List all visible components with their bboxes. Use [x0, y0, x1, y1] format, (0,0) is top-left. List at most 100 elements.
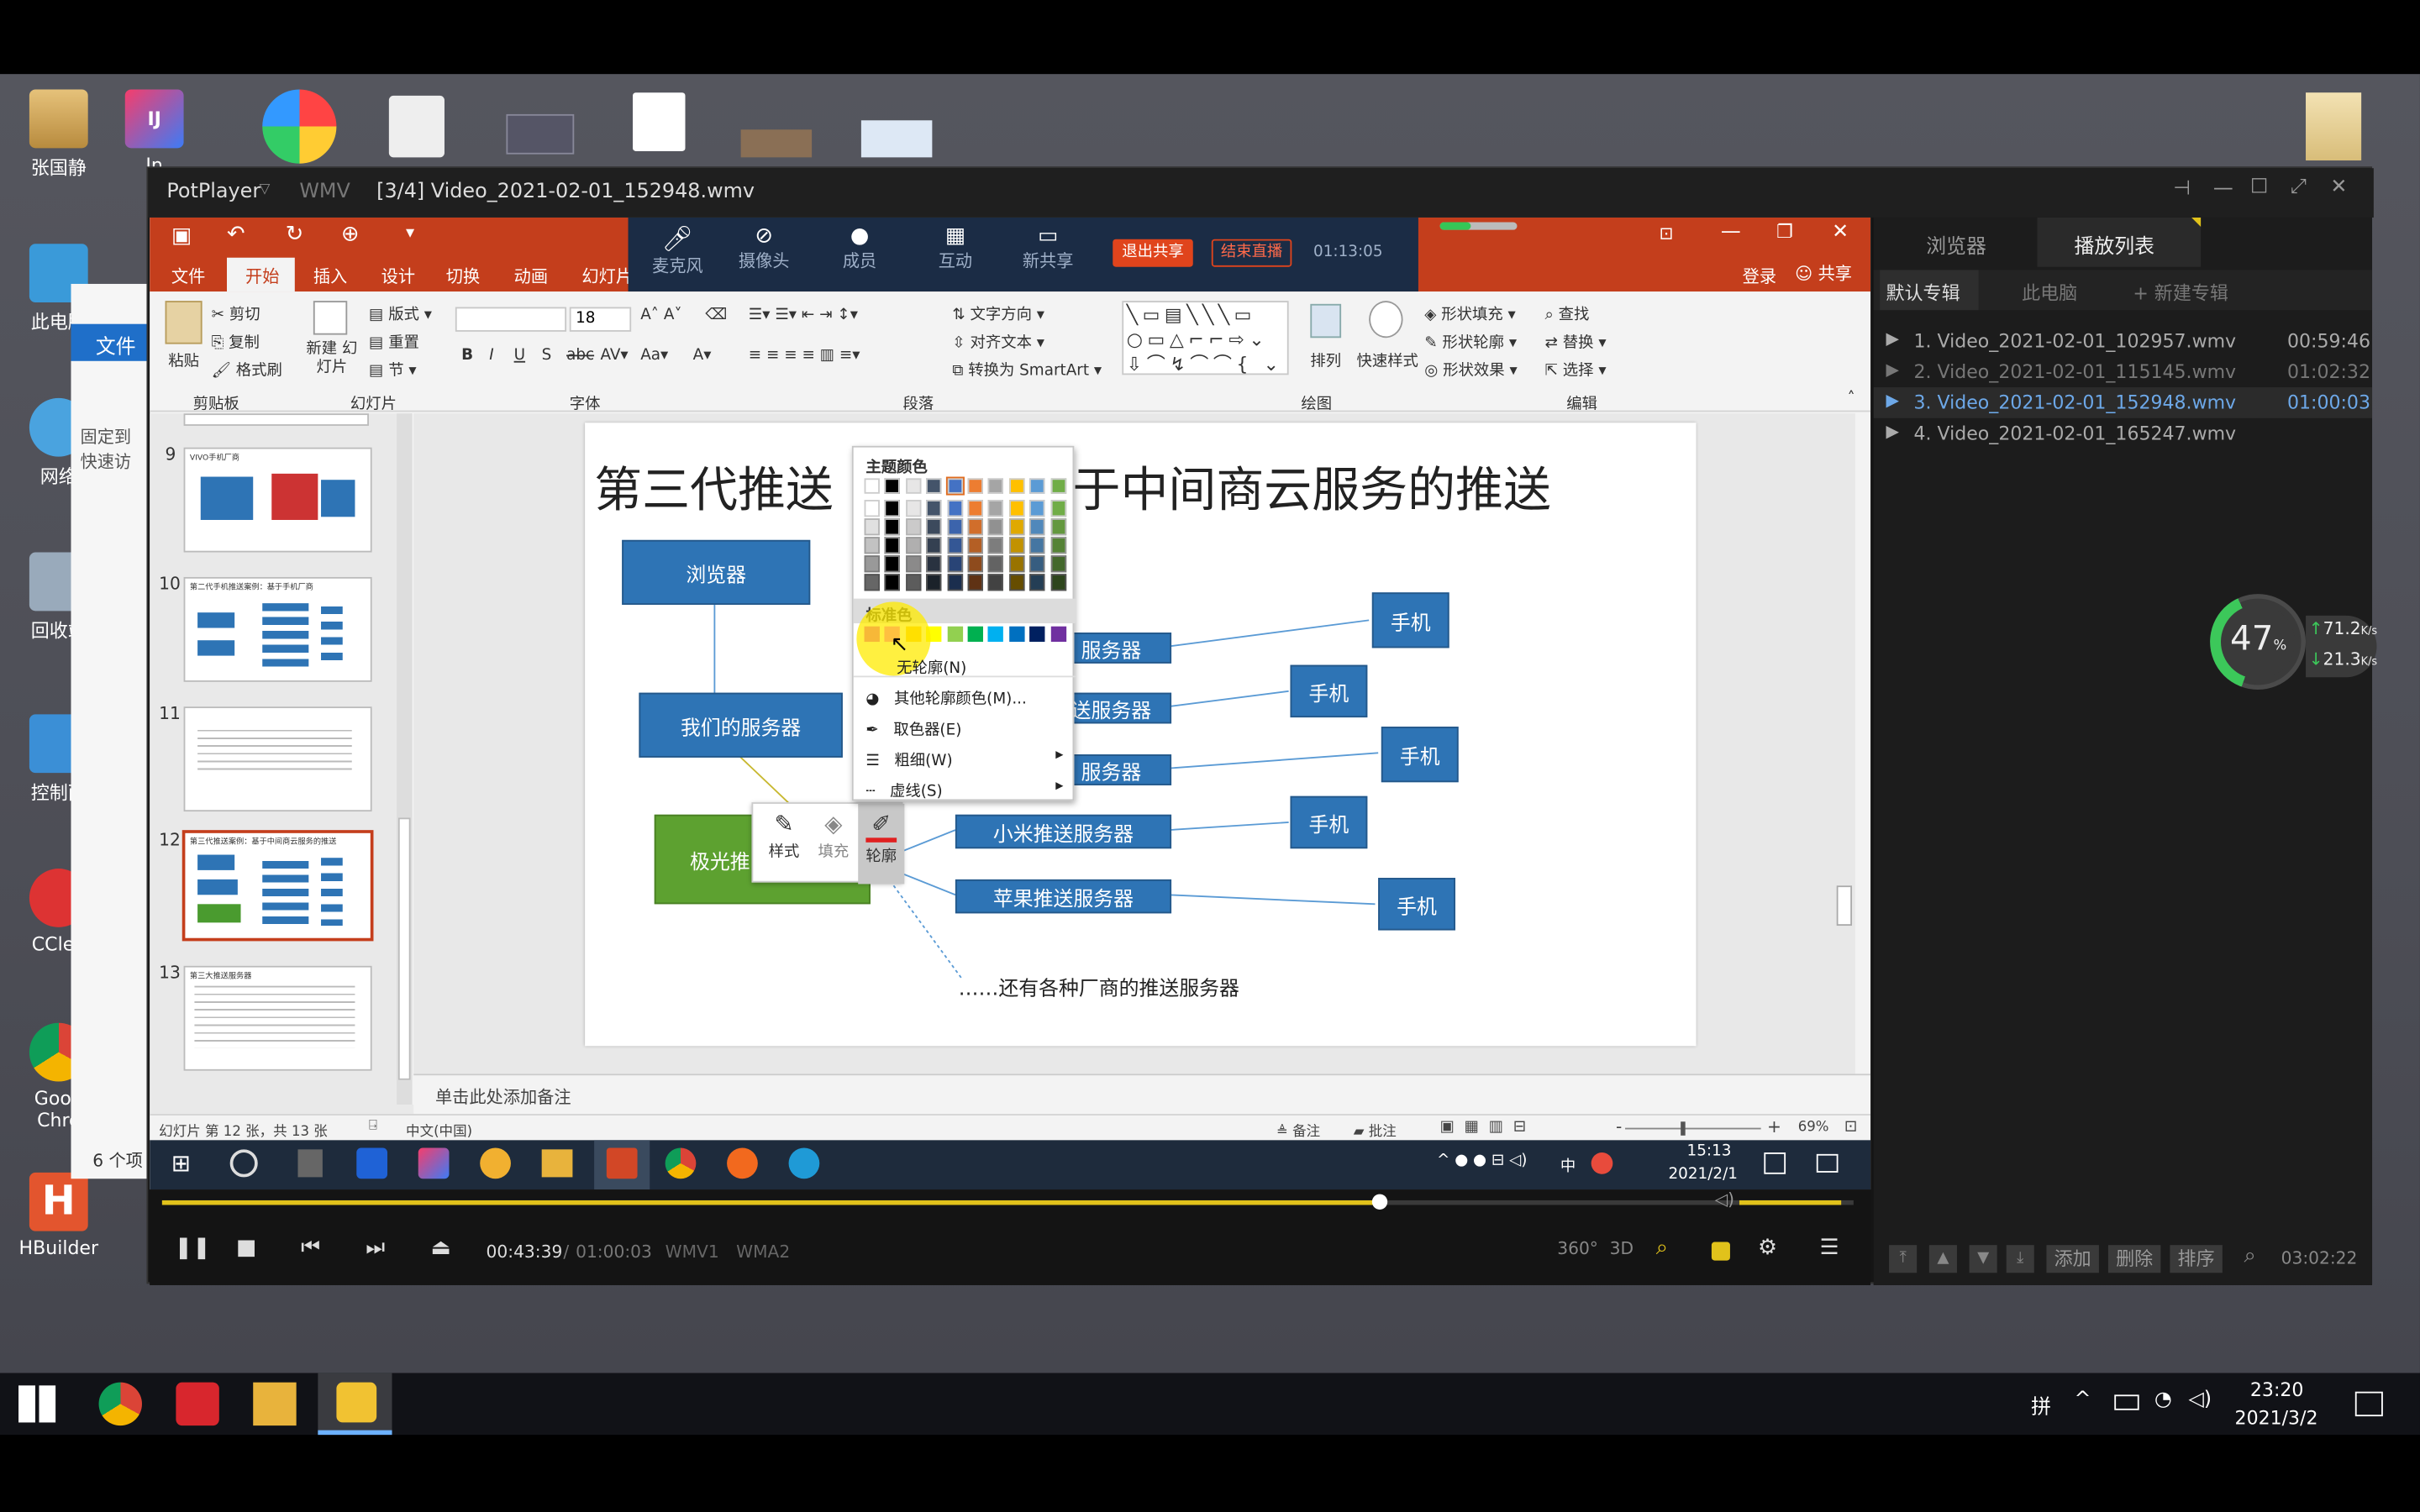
- color-swatch[interactable]: [864, 574, 880, 591]
- color-swatch[interactable]: [1050, 574, 1066, 591]
- fit-slide-icon[interactable]: ⊡: [1844, 1119, 1857, 1136]
- standard-color-swatch[interactable]: [1008, 626, 1025, 643]
- color-swatch[interactable]: [946, 574, 963, 591]
- thumbnails-scrollbar[interactable]: [397, 413, 413, 1105]
- color-swatch[interactable]: [988, 500, 1004, 517]
- comments-toggle[interactable]: ▰ 批注: [1354, 1120, 1397, 1140]
- bullets-icon[interactable]: ☰▾ ☰▾ ⇤ ⇥ ↕▾: [749, 307, 858, 324]
- explorer-taskbar-icon[interactable]: [253, 1382, 297, 1426]
- color-swatch[interactable]: [1029, 518, 1045, 536]
- vr-360-button[interactable]: 360°: [1557, 1239, 1598, 1259]
- bold-button[interactable]: B: [461, 347, 473, 364]
- new-slide-button[interactable]: 新建 幻灯片: [304, 341, 360, 378]
- color-swatch[interactable]: [905, 500, 922, 517]
- color-swatch[interactable]: [1008, 555, 1025, 573]
- color-swatch[interactable]: [945, 476, 965, 496]
- chrome-icon[interactable]: [665, 1147, 697, 1179]
- reset-button[interactable]: ▤ 重置: [369, 328, 419, 352]
- color-swatch[interactable]: [885, 518, 901, 536]
- italic-button[interactable]: I: [489, 347, 493, 364]
- strikethrough-button[interactable]: abc: [566, 347, 594, 364]
- quick-styles-button[interactable]: 快速样式: [1356, 347, 1418, 370]
- file-explorer-window[interactable]: 文件 固定到 快速访 6 个项: [71, 283, 149, 1179]
- tray-icons[interactable]: ^ ● ● ⊟ ◁): [1437, 1152, 1527, 1169]
- video-area[interactable]: ▣ ↶ ↻ ⊕ ▾ 文件 开始 插入 设计 切换 动画 幻灯片 🎤︎ 麦克风 ⊘…: [150, 217, 1871, 1190]
- font-name-input[interactable]: [455, 307, 567, 332]
- zoom-out-icon[interactable]: -: [1616, 1117, 1622, 1137]
- pin-icon[interactable]: ⊣: [2173, 177, 2191, 201]
- arrange-button[interactable]: 排列: [1310, 347, 1341, 370]
- slide-12[interactable]: 第三代推送 于中间商云服务的推送 浏览器 我们的服务器 极光推 服务器 送服务器…: [585, 423, 1697, 1047]
- app-icon[interactable]: [356, 1147, 388, 1179]
- box-phone[interactable]: 手机: [1381, 727, 1459, 783]
- volume-icon[interactable]: ◁): [2188, 1389, 2212, 1412]
- app-name[interactable]: PotPlayer: [166, 181, 260, 204]
- color-swatch[interactable]: [885, 537, 901, 554]
- move-top-icon[interactable]: ⤒: [1889, 1245, 1918, 1273]
- potplayer-taskbar-item[interactable]: [318, 1373, 392, 1436]
- video-shortcut-icon[interactable]: [506, 113, 575, 155]
- pause-icon[interactable]: ❚❚: [175, 1236, 211, 1260]
- ppt-close-icon[interactable]: ✕: [1832, 221, 1849, 244]
- minimize-icon[interactable]: —: [2213, 177, 2233, 201]
- color-swatch[interactable]: [926, 518, 942, 536]
- app-icon[interactable]: [229, 1149, 258, 1178]
- box-apple-server[interactable]: 苹果推送服务器: [955, 879, 1172, 914]
- color-swatch[interactable]: [1029, 537, 1045, 554]
- slide-thumb-12[interactable]: 第三代推送案例：基于中间商云服务的推送: [182, 830, 374, 942]
- color-swatch[interactable]: [864, 518, 880, 536]
- color-swatch[interactable]: [1008, 478, 1025, 494]
- color-swatch[interactable]: [1008, 537, 1025, 554]
- standard-color-swatch[interactable]: [967, 626, 983, 643]
- sogou-icon[interactable]: [1591, 1152, 1613, 1174]
- color-swatch[interactable]: [926, 574, 942, 591]
- smartart-button[interactable]: ⧉ 转换为 SmartArt ▾: [952, 356, 1102, 380]
- paste-icon[interactable]: [165, 301, 203, 344]
- notification-icon[interactable]: [1764, 1152, 1786, 1174]
- notes-placeholder[interactable]: 单击此处添加备注: [435, 1084, 571, 1109]
- potplayer-titlebar[interactable]: PotPlayer ▽ WMV [3/4] Video_2021-02-01_1…: [148, 168, 2374, 218]
- color-swatch[interactable]: [885, 500, 901, 517]
- slide-thumb-13[interactable]: 第三大推送服务器: [183, 965, 372, 1071]
- playlist-item-active[interactable]: ▶ 3. Video_2021-02-01_152948.wmv 01:00:0…: [1873, 387, 2373, 418]
- shapes-gallery[interactable]: ╲▭▤╲╲╲▭ ○▭△⌐⌐⇨⌄ ⇩⌒↯⌒⌒{ ⌄: [1122, 301, 1289, 375]
- weight-item[interactable]: ☰ 粗细(W) ▸: [865, 747, 1063, 770]
- section-button[interactable]: ▤ 节 ▾: [369, 356, 417, 380]
- find-button[interactable]: ⌕ 查找: [1545, 301, 1590, 324]
- color-swatch[interactable]: [1050, 500, 1066, 517]
- mini-outline-button[interactable]: ✐ 轮廓: [858, 803, 905, 885]
- settings-gear-icon[interactable]: ⚙︎: [1758, 1236, 1777, 1260]
- color-swatch[interactable]: [1029, 478, 1045, 494]
- notification-icon[interactable]: [2354, 1391, 2383, 1417]
- photo-shortcut-icon[interactable]: [740, 129, 813, 158]
- playlist-item[interactable]: ▶ 2. Video_2021-02-01_115145.wmv 01:02:3…: [1874, 356, 2372, 387]
- color-swatch[interactable]: [988, 537, 1004, 554]
- chrome-taskbar-icon[interactable]: [98, 1382, 142, 1426]
- color-swatch[interactable]: [1029, 500, 1045, 517]
- slideshow-icon[interactable]: ⊕: [341, 222, 360, 246]
- shape-outline-button[interactable]: ✎ 形状轮廓 ▾: [1424, 328, 1517, 352]
- new-share-button[interactable]: ▭ 新共享: [1014, 218, 1082, 291]
- color-swatch[interactable]: [885, 574, 901, 591]
- login-link[interactable]: 登录: [1743, 264, 1776, 288]
- color-swatch[interactable]: [905, 537, 922, 554]
- search-subtitle-icon[interactable]: ⌕: [1656, 1236, 1668, 1260]
- box-phone[interactable]: 手机: [1290, 664, 1368, 718]
- color-swatch[interactable]: [1029, 574, 1045, 591]
- shape-effects-button[interactable]: ◎ 形状效果 ▾: [1424, 356, 1517, 380]
- customize-icon[interactable]: ▾: [406, 222, 414, 242]
- app-shortcut-icon[interactable]: [262, 89, 337, 164]
- audio-codec[interactable]: WMA2: [736, 1242, 790, 1263]
- ppt-restore-icon[interactable]: ❐: [1776, 221, 1793, 243]
- tab-slideshow[interactable]: 幻灯片: [581, 264, 633, 288]
- tab-transitions[interactable]: 切换: [446, 264, 480, 288]
- document-shortcut-icon[interactable]: [388, 95, 445, 158]
- slide-thumb-11[interactable]: [183, 706, 372, 812]
- redo-icon[interactable]: ↻: [286, 222, 304, 246]
- color-swatch[interactable]: [946, 518, 963, 536]
- underline-button[interactable]: U: [514, 347, 525, 364]
- no-outline-item[interactable]: 无轮廓(N): [897, 654, 966, 677]
- chat-icon[interactable]: [1711, 1242, 1730, 1261]
- color-swatch[interactable]: [1050, 555, 1066, 573]
- dashes-item[interactable]: ┄ 虚线(S) ▸: [865, 778, 1063, 801]
